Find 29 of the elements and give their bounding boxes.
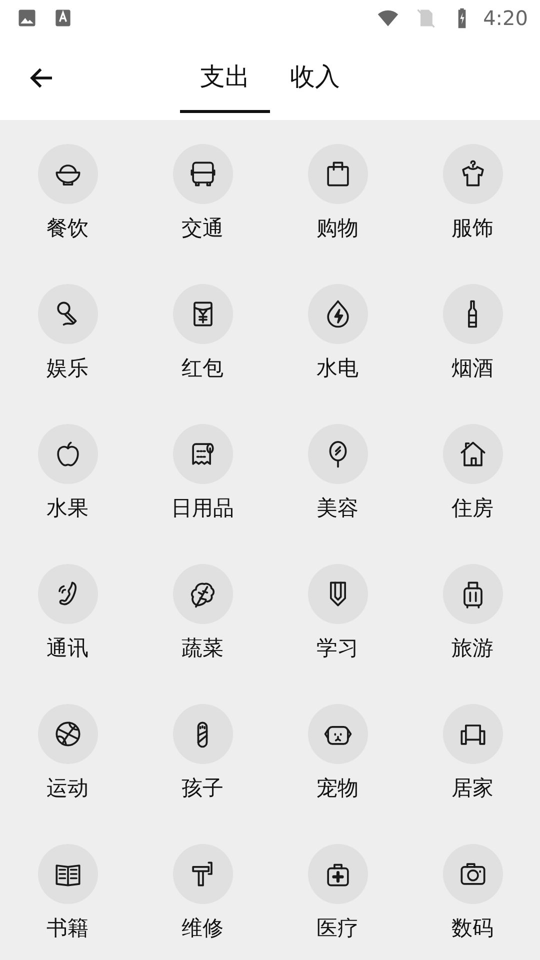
category-label: 通讯 xyxy=(46,635,88,662)
category-label: 居家 xyxy=(452,775,494,802)
category-label: 学习 xyxy=(316,635,358,662)
category-label: 住房 xyxy=(452,495,494,522)
category-label: 交通 xyxy=(182,215,224,242)
category-label: 蔬菜 xyxy=(182,635,224,662)
category-label: 旅游 xyxy=(452,635,494,662)
no-sim-icon xyxy=(415,7,438,29)
category-label: 医疗 xyxy=(316,915,358,942)
tab[interactable]: 收入 xyxy=(270,36,360,113)
category-label: 水果 xyxy=(46,495,88,522)
category-label: 购物 xyxy=(316,215,358,242)
category-label: 数码 xyxy=(452,915,494,942)
category-label: 运动 xyxy=(46,775,88,802)
tab[interactable]: 支出 xyxy=(180,36,270,113)
image-icon xyxy=(16,7,38,29)
category-label: 维修 xyxy=(182,915,224,942)
category-label: 娱乐 xyxy=(46,355,88,382)
category-label: 烟酒 xyxy=(452,355,494,382)
category-label: 宠物 xyxy=(316,775,358,802)
category-label: 餐饮 xyxy=(46,215,88,242)
category-label: 水电 xyxy=(316,355,358,382)
category-label: 美容 xyxy=(316,495,358,522)
category-label: 日用品 xyxy=(171,495,234,522)
category-label: 红包 xyxy=(182,355,224,382)
category-label: 书籍 xyxy=(46,915,88,942)
status-time: 4:20 xyxy=(483,6,528,30)
category-label: 孩子 xyxy=(182,775,224,802)
category-label: 服饰 xyxy=(452,215,494,242)
